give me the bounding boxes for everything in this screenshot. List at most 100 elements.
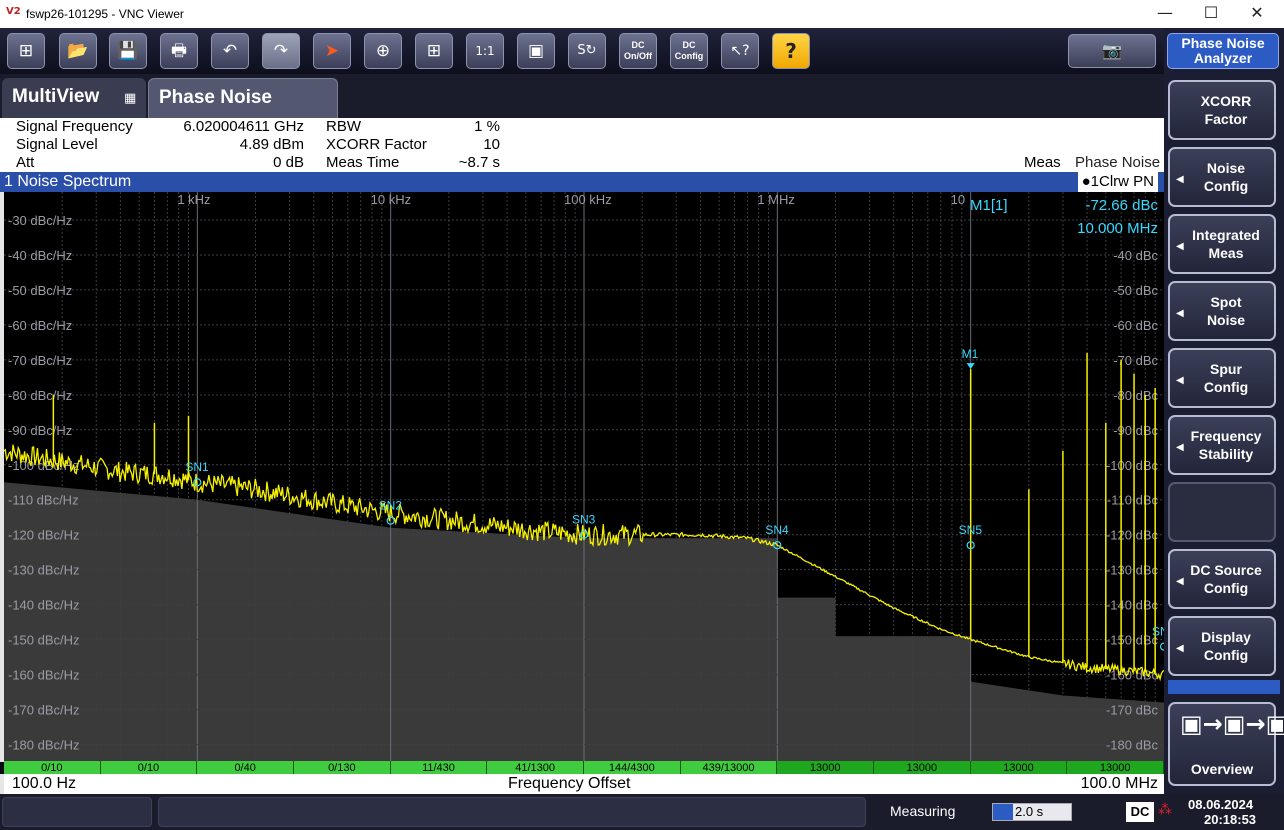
softkey-label: Spur Config — [1203, 361, 1249, 395]
softkey-menu-header[interactable]: Phase Noise Analyzer — [1167, 33, 1279, 69]
softkey-label: XCORR Factor — [1200, 93, 1252, 127]
minimize-button[interactable]: — — [1142, 2, 1188, 26]
x-tick-label: 100 kHz — [564, 192, 612, 207]
fit-screen-icon[interactable]: ▣ — [517, 33, 555, 69]
network-icon: ⁂ — [1158, 802, 1172, 818]
main-toolbar: ⊞ 📂 💾 🖶 ↶ ↷ ➤ ⊕ ⊞ 1:1 ▣ S↻ DC On/Off DC … — [0, 28, 1164, 74]
marker-readout-freq: 10.000 MHz — [1077, 220, 1158, 237]
close-window-button[interactable]: ✕ — [1234, 2, 1280, 26]
softkey-label: Integrated Meas — [1192, 227, 1260, 261]
softkey-spur-config[interactable]: ◀ Spur Config — [1168, 348, 1276, 408]
meas-value: Phase Noise — [1075, 154, 1161, 171]
maximize-button[interactable]: ☐ — [1188, 2, 1234, 26]
decade-segment: 439/13000 — [680, 761, 778, 775]
window-titlebar: V2 fswp26-101295 - VNC Viewer — ☐ ✕ — [0, 0, 1284, 28]
y-tick-label: -60 dBc/Hz — [8, 318, 72, 333]
y-tick-label: -30 dBc/Hz — [8, 213, 72, 228]
overview-flow-icon: ▣→▣→▣ — [1180, 710, 1284, 738]
open-file-icon[interactable]: 📂 — [59, 33, 97, 69]
tab-multiview-label: MultiView — [12, 86, 100, 107]
decade-segment: 13000 — [874, 761, 971, 775]
softkey-separator — [1168, 680, 1280, 694]
y-tick-label: -40 dBc/Hz — [8, 248, 72, 263]
diagram-title: 1 Noise Spectrum — [4, 173, 132, 190]
decade-progress-bar: 0/10 0/10 0/40 0/130 11/430 41/1300 144/4300 43… — [4, 761, 1164, 775]
x-tick-label: 10 — [951, 192, 965, 207]
dc-config-button[interactable]: DC Config — [670, 33, 708, 69]
softkey-noise-config[interactable]: ◀ Noise Config — [1168, 147, 1276, 207]
tab-phase-noise-label: Phase Noise — [159, 87, 272, 108]
x-axis-title: Frequency Offset — [508, 775, 631, 792]
help-icon[interactable]: ? — [772, 33, 810, 69]
measuring-progress: 2.0 s — [992, 803, 1072, 821]
softkey-spot-noise[interactable]: ◀ Spot Noise — [1168, 281, 1276, 341]
softkey-display-config[interactable]: ◀ Display Config — [1168, 616, 1276, 676]
softkey-label: Display Config — [1201, 629, 1251, 663]
y-tick-label: -160 dBc/Hz — [8, 668, 80, 683]
y-tick-label-right: -170 dBc — [1106, 703, 1159, 718]
softkey-panel: Phase Noise Analyzer XCORR Factor ◀ Nois… — [1164, 28, 1284, 794]
softkey-integrated-meas[interactable]: ◀ Integrated Meas — [1168, 214, 1276, 274]
signal-level-label: Signal Level — [16, 136, 98, 153]
softkey-label: Spot Noise — [1206, 294, 1246, 328]
softkey-xcorr-factor[interactable]: XCORR Factor — [1168, 80, 1276, 140]
y-tick-label-right: -150 dBc — [1106, 633, 1159, 648]
y-tick-label-right: -180 dBc — [1106, 738, 1159, 753]
status-time: 20:18:53 — [1204, 812, 1257, 827]
y-tick-label: -140 dBc/Hz — [8, 598, 80, 613]
x-axis-footer: 100.0 Hz Frequency Offset 100.0 MHz — [0, 774, 1164, 794]
submenu-arrow-icon: ◀ — [1176, 643, 1184, 654]
dc-onoff-button[interactable]: DC On/Off — [619, 33, 657, 69]
rbw-value: 1 % — [474, 118, 500, 135]
y-tick-label: -180 dBc/Hz — [8, 738, 80, 753]
spot-noise-marker-label: SN5 — [959, 523, 983, 537]
y-tick-label: -50 dBc/Hz — [8, 283, 72, 298]
undo-icon[interactable]: ↶ — [211, 33, 249, 69]
tab-phase-noise[interactable]: Phase Noise — [148, 78, 338, 118]
y-tick-label: -110 dBc/Hz — [8, 493, 79, 508]
tab-multiview[interactable]: MultiView ▦ — [2, 78, 146, 118]
window-title: fswp26-101295 - VNC Viewer — [26, 7, 184, 21]
print-icon[interactable]: 🖶 — [160, 33, 198, 69]
spot-noise-marker-label: SN6 — [1152, 625, 1164, 639]
pointer-icon[interactable]: ➤ — [313, 33, 351, 69]
marker-readout-level: -72.66 dBc — [1085, 197, 1158, 214]
measuring-progress-fill — [993, 804, 1013, 820]
signal-frequency-value: 6.020004611 GHz — [183, 118, 304, 135]
sequence-icon[interactable]: S↻ — [568, 33, 606, 69]
softkey-dc-source-config[interactable]: ◀ DC Source Config — [1168, 549, 1276, 609]
att-label: Att — [16, 154, 35, 171]
windows-icon[interactable]: ⊞ — [7, 33, 45, 69]
submenu-arrow-icon: ◀ — [1176, 308, 1184, 319]
y-tick-label-right: -60 dBc — [1113, 318, 1158, 333]
redo-icon[interactable]: ↷ — [262, 33, 300, 69]
y-tick-label: -120 dBc/Hz — [8, 528, 80, 543]
measurement-info-panel: Signal Frequency 6.020004611 GHz Signal … — [0, 118, 1164, 172]
softkey-label: Noise Config — [1203, 160, 1249, 194]
vnc-app-icon: V2 — [6, 6, 21, 17]
multiview-grid-icon: ▦ — [124, 91, 137, 106]
status-message-field — [158, 797, 866, 827]
x-stop-label: 100.0 MHz — [1080, 775, 1158, 792]
rbw-label: RBW — [326, 118, 361, 135]
zoom-1-1-icon[interactable]: 1:1 — [466, 33, 504, 69]
y-tick-label: -80 dBc/Hz — [8, 388, 72, 403]
x-tick-label: 1 kHz — [177, 192, 210, 207]
tab-bar: MultiView ▦ Phase Noise ▼ — [0, 74, 1164, 160]
multi-zoom-icon[interactable]: ⊞ — [415, 33, 453, 69]
softkey-label: DC Source Config — [1190, 562, 1262, 596]
context-help-icon[interactable]: ↖? — [721, 33, 759, 69]
y-tick-label-right: -40 dBc — [1113, 248, 1158, 263]
screenshot-camera-icon[interactable]: 📷 — [1068, 34, 1156, 68]
x-tick-label: 1 MHz — [757, 192, 795, 207]
y-tick-label-right: -120 dBc — [1106, 528, 1159, 543]
meas-time-label: Meas Time — [326, 154, 400, 171]
softkey-frequency-stability[interactable]: ◀ Frequency Stability — [1168, 415, 1276, 475]
overview-label: Overview — [1190, 761, 1254, 777]
overview-button[interactable]: ▣→▣→▣ Overview — [1168, 702, 1284, 786]
decade-segment: 0/10 — [100, 761, 198, 775]
noise-spectrum-plot[interactable]: -30 dBc/Hz -40 dBc/Hz -50 dBc/Hz -60 dBc/Hz… — [0, 192, 1164, 762]
y-tick-label-right: -70 dBc — [1113, 353, 1158, 368]
zoom-in-icon[interactable]: ⊕ — [364, 33, 402, 69]
save-icon[interactable]: 💾 — [109, 33, 147, 69]
